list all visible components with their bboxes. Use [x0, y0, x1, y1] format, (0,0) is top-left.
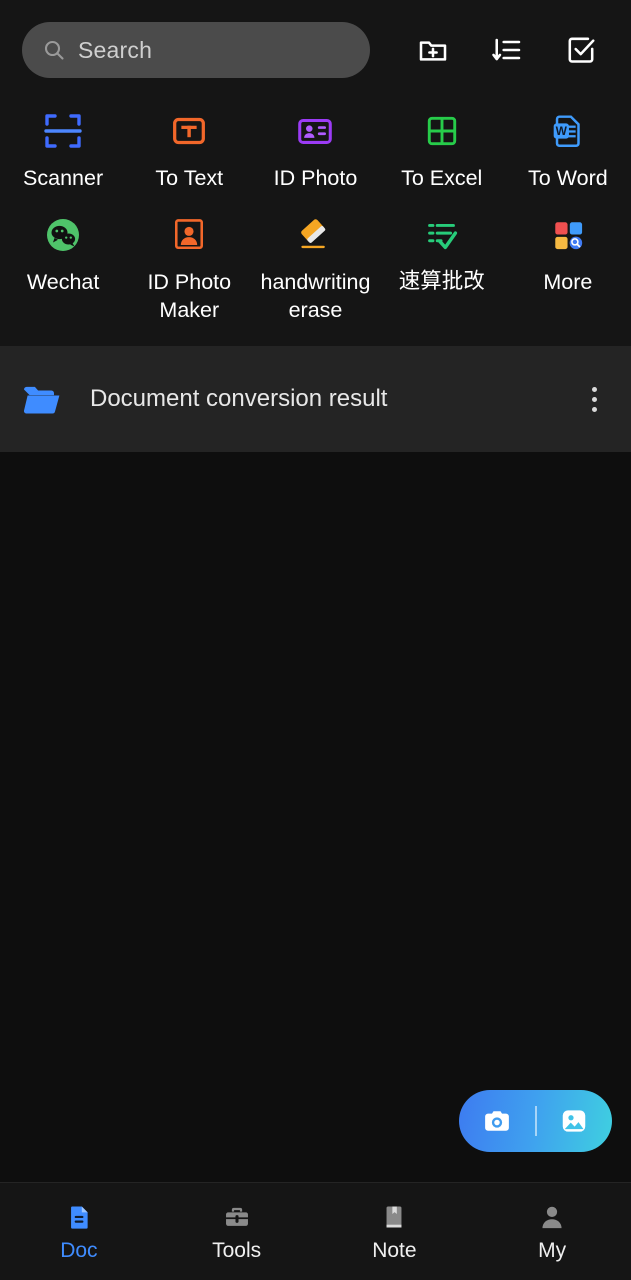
gallery-import-button[interactable] [537, 1106, 613, 1136]
tool-label: Scanner [23, 166, 104, 190]
wechat-icon [40, 212, 86, 258]
tool-label: Wechat [26, 270, 100, 294]
tools-panel: Scanner To Text ID Photo To Excel W To W… [0, 100, 631, 346]
tool-to-text[interactable]: To Text [126, 104, 252, 192]
nav-label: Doc [60, 1238, 98, 1262]
nav-item-note[interactable]: Note [316, 1201, 474, 1263]
capture-fab[interactable] [459, 1090, 612, 1152]
notebook-icon [378, 1201, 410, 1233]
bottom-navigation: Doc Tools Note My [0, 1182, 631, 1280]
gallery-image-icon [563, 1110, 586, 1132]
to-excel-icon [419, 108, 465, 154]
tool-homework-check[interactable]: 速算批改 [379, 208, 505, 324]
document-conversion-result-row[interactable]: Document conversion result [0, 346, 631, 452]
nav-item-my[interactable]: My [473, 1201, 631, 1263]
search-placeholder: Search [78, 36, 153, 63]
tool-label: To Word [528, 166, 608, 190]
new-folder-icon[interactable] [417, 34, 449, 66]
folder-icon [20, 377, 64, 421]
search-icon [42, 38, 66, 62]
tool-label: ID Photo Maker [147, 270, 232, 322]
tool-row-1: Scanner To Text ID Photo To Excel W To W… [0, 104, 631, 192]
to-text-icon [166, 108, 212, 154]
nav-label: Note [372, 1238, 417, 1262]
scanner-icon [40, 108, 86, 154]
header-actions [417, 34, 609, 66]
tool-to-excel[interactable]: To Excel [379, 104, 505, 192]
tool-more[interactable]: More [505, 208, 631, 324]
tool-row-2: Wechat ID Photo Maker handwriting erase … [0, 208, 631, 324]
sort-list-icon[interactable] [491, 34, 523, 66]
tool-scanner[interactable]: Scanner [0, 104, 126, 192]
tool-to-word[interactable]: W To Word [505, 104, 631, 192]
app-root: Search Scanner To Text ID Photo To Excel… [0, 0, 631, 1280]
more-vertical-icon[interactable] [579, 384, 609, 414]
tool-label: 速算批改 [398, 269, 485, 294]
select-check-icon[interactable] [565, 34, 597, 66]
tool-label: To Excel [401, 166, 483, 190]
tool-label: To Text [155, 166, 224, 190]
section-title: Document conversion result [90, 385, 388, 412]
toolbox-icon [221, 1201, 253, 1233]
id-photo-icon [292, 108, 338, 154]
handwriting-erase-icon [292, 212, 338, 258]
tool-id-photo-maker[interactable]: ID Photo Maker [126, 208, 252, 324]
nav-label: Tools [212, 1238, 262, 1262]
svg-text:W: W [556, 124, 568, 138]
nav-label: My [538, 1238, 567, 1262]
tool-id-photo[interactable]: ID Photo [252, 104, 378, 192]
camera-icon [484, 1111, 509, 1131]
document-list-area [0, 452, 631, 1182]
tool-label: More [543, 270, 593, 294]
person-icon [536, 1201, 568, 1233]
camera-capture-button[interactable] [459, 1106, 535, 1136]
tool-wechat[interactable]: Wechat [0, 208, 126, 324]
tool-label: ID Photo [273, 166, 358, 190]
tool-handwriting-erase[interactable]: handwriting erase [252, 208, 378, 324]
to-word-icon: W [545, 108, 591, 154]
nav-item-tools[interactable]: Tools [158, 1201, 316, 1263]
search-input[interactable]: Search [22, 22, 370, 78]
document-icon [63, 1201, 95, 1233]
app-header: Search [0, 0, 631, 100]
more-grid-icon [545, 212, 591, 258]
homework-check-icon [419, 212, 465, 258]
nav-item-doc[interactable]: Doc [0, 1201, 158, 1263]
id-photo-maker-icon [166, 212, 212, 258]
tool-label: handwriting erase [260, 270, 371, 322]
